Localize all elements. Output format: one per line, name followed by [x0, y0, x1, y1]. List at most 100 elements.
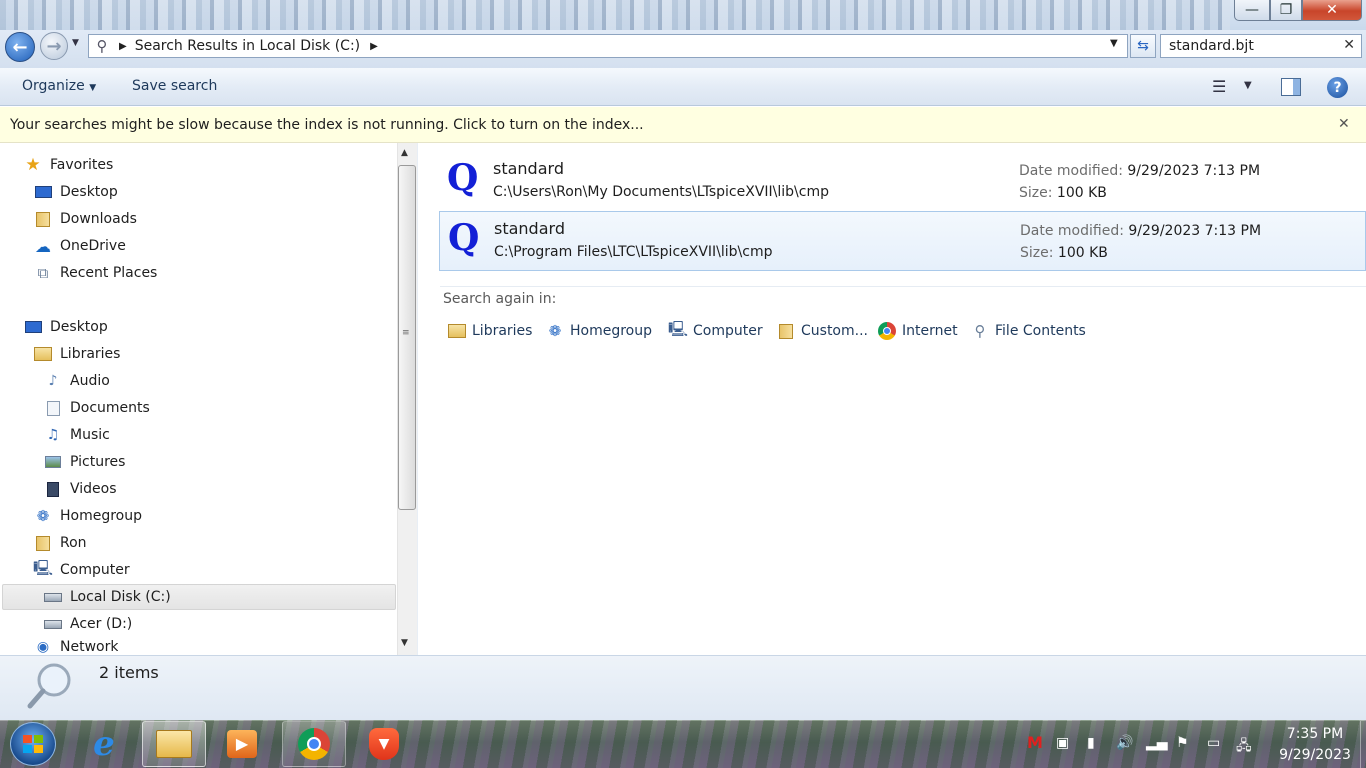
- nav-network[interactable]: ◉ Network: [34, 639, 119, 655]
- windows-logo-icon: [23, 735, 43, 753]
- breadcrumb-location[interactable]: Search Results in Local Disk (C:): [135, 38, 360, 54]
- search-again-label-text: Homegroup: [570, 323, 653, 339]
- save-search-button[interactable]: Save search: [132, 78, 217, 94]
- taskbar-windows-explorer[interactable]: [142, 721, 206, 767]
- search-again-libraries[interactable]: Libraries: [447, 321, 532, 341]
- network-icon: ◉: [36, 639, 50, 655]
- close-infobar-icon[interactable]: ✕: [1338, 116, 1350, 132]
- wifi-signal-icon[interactable]: ▂▄: [1146, 735, 1168, 751]
- ltspice-file-icon: Q: [448, 217, 480, 259]
- search-again-label-text: Custom...: [801, 323, 868, 339]
- pane-divider[interactable]: [417, 143, 418, 655]
- taskbar-chrome[interactable]: [282, 721, 346, 767]
- start-button[interactable]: [10, 722, 56, 766]
- search-again-label-text: Internet: [902, 323, 958, 339]
- search-again-internet[interactable]: Internet: [877, 321, 958, 341]
- close-button[interactable]: ✕: [1302, 0, 1362, 21]
- cloud-icon: ☁: [35, 236, 51, 256]
- nav-label: Recent Places: [60, 265, 158, 281]
- search-result-item[interactable]: Q standard C:\Users\Ron\My Documents\LTs…: [439, 152, 1366, 212]
- refresh-button[interactable]: ⇆: [1130, 34, 1156, 58]
- nav-desktop-favorite[interactable]: Desktop: [34, 180, 118, 204]
- volume-icon[interactable]: 🔊: [1116, 735, 1133, 751]
- result-path: C:\Program Files\LTC\LTspiceXVII\lib\cmp: [494, 244, 773, 260]
- nav-music[interactable]: ♫ Music: [44, 423, 110, 447]
- clock-date[interactable]: 9/29/2023: [1268, 747, 1362, 763]
- nav-local-disk-c[interactable]: Local Disk (C:): [44, 585, 171, 609]
- result-size: Size: 100 KB: [1019, 185, 1107, 201]
- nav-documents[interactable]: Documents: [44, 396, 150, 420]
- views-dropdown[interactable]: ▼: [1244, 80, 1252, 91]
- scroll-up-arrow[interactable]: ▲: [401, 148, 408, 158]
- clock-time[interactable]: 7:35 PM: [1275, 726, 1355, 742]
- internet-explorer-icon: e: [93, 724, 115, 764]
- forward-button[interactable]: →: [40, 32, 68, 60]
- search-query[interactable]: standard.bjt: [1169, 38, 1254, 54]
- address-bar[interactable]: ⚲ ▶ Search Results in Local Disk (C:) ▶: [88, 34, 1128, 58]
- homegroup-icon: ❁: [548, 322, 562, 340]
- taskbar-media-player[interactable]: ▶: [210, 721, 274, 767]
- nav-pictures[interactable]: Pictures: [44, 450, 125, 474]
- homegroup-icon: ❁: [36, 507, 50, 525]
- search-again-computer[interactable]: 🖳 Computer: [668, 320, 763, 341]
- maximize-button[interactable]: ❐: [1270, 0, 1302, 21]
- preview-pane-icon[interactable]: [1281, 78, 1301, 96]
- search-input[interactable]: standard.bjt ✕: [1160, 34, 1362, 58]
- arrow-left-icon: ←: [12, 36, 28, 58]
- nav-onedrive[interactable]: ☁ OneDrive: [34, 234, 126, 258]
- nav-label: Audio: [70, 373, 110, 389]
- nav-libraries[interactable]: Libraries: [34, 342, 120, 366]
- result-date: Date modified: 9/29/2023 7:13 PM: [1019, 163, 1261, 179]
- chevron-right-icon[interactable]: ▶: [119, 41, 127, 52]
- recent-pages-dropdown[interactable]: ▼: [72, 38, 79, 48]
- action-center-icon[interactable]: ⚑: [1176, 735, 1189, 751]
- views-icon[interactable]: ☰: [1212, 77, 1226, 96]
- network-status-icon[interactable]: 🖧: [1236, 735, 1252, 759]
- nav-label: Network: [60, 639, 119, 655]
- organize-button[interactable]: Organize ▼: [22, 78, 96, 94]
- nav-ron[interactable]: Ron: [34, 531, 87, 555]
- index-warning-bar[interactable]: Your searches might be slow because the …: [0, 107, 1366, 143]
- nav-label: Favorites: [50, 157, 114, 173]
- nav-acer-d[interactable]: Acer (D:): [44, 612, 132, 636]
- search-again-label-text: File Contents: [995, 323, 1086, 339]
- nav-recent-places[interactable]: ⧉ Recent Places: [34, 261, 158, 285]
- nav-label: Acer (D:): [70, 616, 133, 632]
- folder-icon: [156, 730, 192, 758]
- battery-icon[interactable]: ▮: [1087, 735, 1095, 751]
- minimize-button[interactable]: —: [1234, 0, 1270, 21]
- chevron-right-icon[interactable]: ▶: [370, 41, 378, 52]
- nav-videos[interactable]: Videos: [44, 477, 117, 501]
- index-warning-text: Your searches might be slow because the …: [10, 116, 644, 133]
- ltspice-file-icon: Q: [447, 157, 479, 199]
- nav-computer[interactable]: 🖳 Computer: [33, 558, 130, 582]
- scroll-down-arrow[interactable]: ▼: [401, 638, 408, 648]
- nav-label: Downloads: [60, 211, 137, 227]
- mcafee-icon[interactable]: M: [1027, 733, 1043, 752]
- nav-label: Ron: [60, 535, 87, 551]
- taskbar-internet-explorer[interactable]: e: [72, 721, 136, 767]
- address-history-dropdown[interactable]: ▼: [1110, 38, 1118, 49]
- show-desktop-button[interactable]: [1360, 721, 1366, 768]
- help-icon[interactable]: ?: [1327, 77, 1348, 98]
- user-folder-icon: [34, 535, 52, 551]
- nav-desktop[interactable]: Desktop: [24, 315, 108, 339]
- clear-search-icon[interactable]: ✕: [1343, 37, 1355, 53]
- search-again-custom[interactable]: Custom...: [776, 321, 868, 341]
- search-again-file-contents[interactable]: ⚲ File Contents: [970, 321, 1086, 341]
- search-again-homegroup[interactable]: ❁ Homegroup: [545, 321, 652, 341]
- result-path: C:\Users\Ron\My Documents\LTspiceXVII\li…: [493, 184, 829, 200]
- network-monitor-icon[interactable]: ▣: [1056, 735, 1069, 751]
- search-result-item-selected[interactable]: Q standard C:\Program Files\LTC\LTspiceX…: [439, 211, 1366, 271]
- nav-homegroup[interactable]: ❁ Homegroup: [34, 504, 142, 528]
- music-library-icon: ♫: [46, 427, 60, 443]
- chevron-down-icon: ▼: [89, 83, 97, 93]
- nav-downloads[interactable]: Downloads: [34, 207, 137, 231]
- file-contents-icon: ⚲: [974, 322, 986, 340]
- nav-favorites[interactable]: ★ Favorites: [24, 153, 113, 177]
- result-size: Size: 100 KB: [1020, 245, 1108, 261]
- taskbar-brave[interactable]: ▼: [352, 721, 416, 767]
- back-button[interactable]: ←: [5, 32, 35, 62]
- nav-audio[interactable]: ♪ Audio: [44, 369, 110, 393]
- display-icon[interactable]: ▭: [1207, 735, 1220, 751]
